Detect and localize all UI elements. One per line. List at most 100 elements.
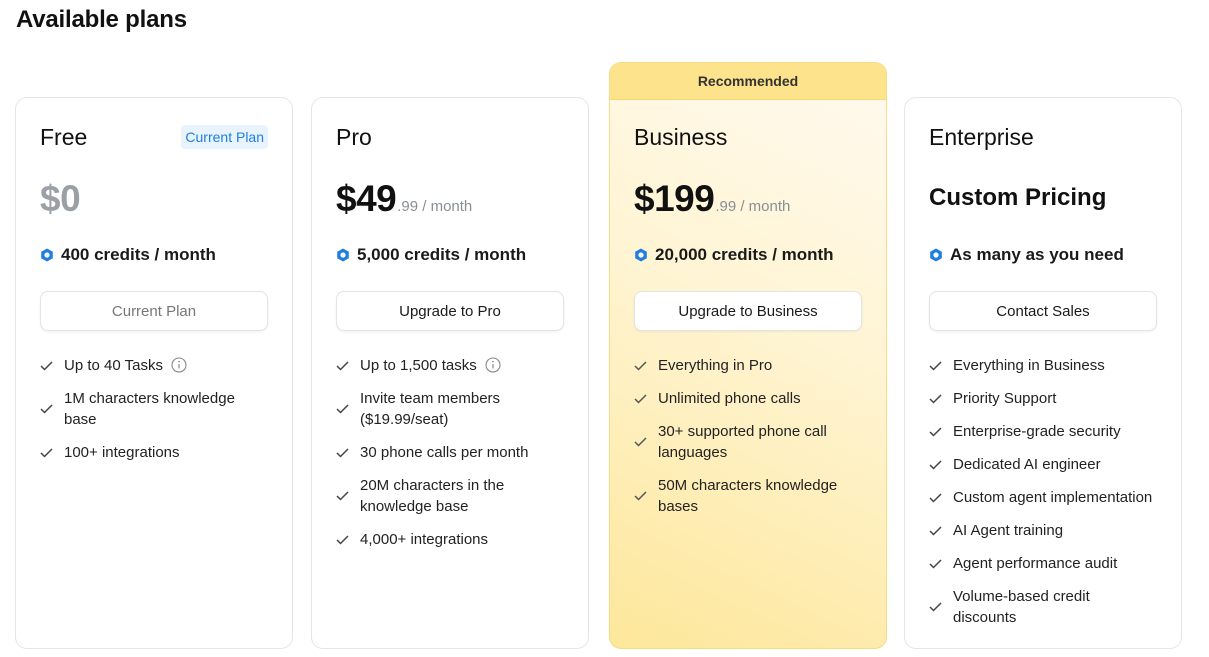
current-plan-button[interactable]: Current Plan	[40, 291, 268, 331]
plan-card-pro: Pro $49 .99 / month 5,000 credits / mont…	[311, 97, 589, 649]
price-row: $199 .99 / month	[634, 178, 790, 220]
feature-list: Up to 1,500 tasks Invite team members ($…	[336, 355, 564, 562]
feature-label: 1M characters knowledge base	[64, 390, 235, 428]
feature-label: Up to 1,500 tasks	[360, 357, 477, 374]
feature-item: AI Agent training	[929, 520, 1157, 541]
check-icon	[634, 437, 658, 447]
plan-card-enterprise: Enterprise Custom Pricing As many as you…	[904, 97, 1182, 649]
feature-item: Up to 40 Tasks	[40, 355, 268, 376]
hexagon-credits-icon	[41, 248, 53, 262]
feature-item: 50M characters knowledge bases	[634, 475, 849, 517]
hexagon-credits-icon	[635, 248, 647, 262]
feature-item: Agent performance audit	[929, 553, 1157, 574]
hexagon-credits-icon	[930, 248, 942, 262]
feature-label: Everything in Pro	[658, 357, 773, 374]
plan-price: $0	[40, 178, 81, 219]
current-plan-badge: Current Plan	[181, 125, 268, 149]
check-icon	[929, 602, 953, 612]
plan-name: Business	[634, 124, 728, 150]
plan-price: $49	[336, 178, 397, 219]
feature-list: Everything in Business Priority Support …	[929, 355, 1157, 640]
feature-label: Agent performance audit	[953, 555, 1118, 572]
feature-label: Custom agent implementation	[953, 489, 1153, 506]
check-icon	[634, 393, 658, 404]
check-icon	[336, 491, 360, 501]
check-icon	[929, 360, 953, 371]
feature-label: Enterprise-grade security	[953, 423, 1121, 440]
feature-item: 4,000+ integrations	[336, 529, 564, 550]
price-row: $49 .99 / month	[336, 178, 472, 220]
plan-card-business: Recommended Business $199 .99 / month 20…	[609, 62, 887, 649]
feature-item: Unlimited phone calls	[634, 388, 862, 409]
feature-item: Priority Support	[929, 388, 1157, 409]
feature-item: Everything in Pro	[634, 355, 862, 376]
price-row: $0	[40, 178, 81, 220]
plan-price: $199	[634, 178, 715, 219]
check-icon	[929, 426, 953, 437]
check-icon	[40, 404, 64, 414]
feature-item: Up to 1,500 tasks	[336, 355, 564, 376]
plan-price: Custom Pricing	[929, 184, 1107, 211]
credits-row: 20,000 credits / month	[634, 245, 834, 265]
check-icon	[336, 534, 360, 545]
credits-label: 5,000 credits / month	[357, 245, 527, 264]
credits-row: As many as you need	[929, 245, 1124, 265]
feature-item: Custom agent implementation	[929, 487, 1157, 508]
check-icon	[929, 558, 953, 569]
check-icon	[929, 393, 953, 404]
plan-name: Pro	[336, 124, 372, 150]
feature-item: Enterprise-grade security	[929, 421, 1157, 442]
plan-card-free: Free Current Plan $0 400 credits / month…	[15, 97, 293, 649]
recommended-banner: Recommended	[610, 63, 886, 100]
credits-label: As many as you need	[950, 245, 1124, 264]
feature-label: 30 phone calls per month	[360, 444, 529, 461]
upgrade-to-business-button[interactable]: Upgrade to Business	[634, 291, 862, 331]
feature-label: Everything in Business	[953, 357, 1105, 374]
info-icon[interactable]	[171, 357, 187, 373]
check-icon	[634, 491, 658, 501]
contact-sales-button[interactable]: Contact Sales	[929, 291, 1157, 331]
check-icon	[929, 459, 953, 470]
feature-item: Invite team members ($19.99/seat)	[336, 388, 516, 430]
feature-item: 1M characters knowledge base	[40, 388, 250, 430]
credits-label: 400 credits / month	[61, 245, 216, 264]
feature-item: 30 phone calls per month	[336, 442, 564, 463]
price-suffix: .99 / month	[715, 198, 791, 215]
price-suffix: .99 / month	[397, 198, 473, 215]
feature-item: 100+ integrations	[40, 442, 268, 463]
info-icon[interactable]	[485, 357, 501, 373]
plan-name: Free	[40, 124, 88, 150]
credits-row: 5,000 credits / month	[336, 245, 526, 265]
feature-label: Dedicated AI engineer	[953, 456, 1101, 473]
feature-list: Everything in Pro Unlimited phone calls …	[634, 355, 862, 529]
feature-label: 20M characters in the knowledge base	[360, 477, 505, 515]
feature-item: Everything in Business	[929, 355, 1157, 376]
feature-label: 50M characters knowledge bases	[658, 477, 838, 515]
check-icon	[634, 360, 658, 371]
feature-label: 4,000+ integrations	[360, 531, 489, 548]
feature-label: Priority Support	[953, 390, 1057, 407]
check-icon	[929, 525, 953, 536]
credits-row: 400 credits / month	[40, 245, 216, 265]
feature-label: Invite team members ($19.99/seat)	[360, 390, 501, 428]
feature-item: Dedicated AI engineer	[929, 454, 1157, 475]
feature-label: 30+ supported phone call languages	[658, 423, 827, 461]
hexagon-credits-icon	[337, 248, 349, 262]
check-icon	[336, 404, 360, 414]
credits-label: 20,000 credits / month	[655, 245, 834, 264]
feature-list: Up to 40 Tasks 1M characters knowledge b…	[40, 355, 268, 475]
feature-label: Up to 40 Tasks	[64, 357, 163, 374]
plan-name: Enterprise	[929, 124, 1034, 150]
check-icon	[40, 360, 64, 371]
feature-label: Unlimited phone calls	[658, 390, 801, 407]
upgrade-to-pro-button[interactable]: Upgrade to Pro	[336, 291, 564, 331]
feature-item: 30+ supported phone call languages	[634, 421, 839, 463]
feature-label: 100+ integrations	[64, 444, 180, 461]
feature-label: AI Agent training	[953, 522, 1064, 539]
feature-item: 20M characters in the knowledge base	[336, 475, 526, 517]
check-icon	[336, 360, 360, 371]
check-icon	[40, 447, 64, 458]
feature-item: Volume-based credit discounts	[929, 586, 1099, 628]
check-icon	[336, 447, 360, 458]
feature-label: Volume-based credit discounts	[953, 588, 1090, 626]
